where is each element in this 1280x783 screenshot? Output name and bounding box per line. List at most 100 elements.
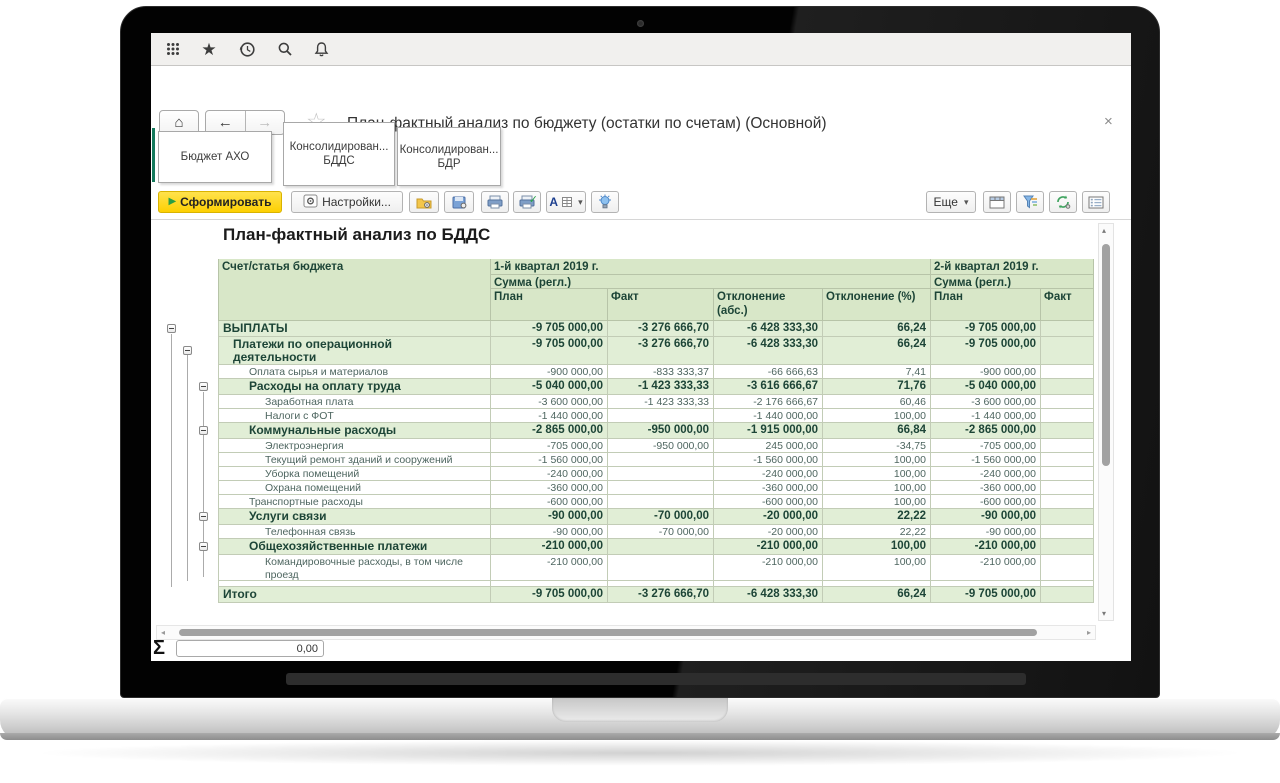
- table-cell[interactable]: -240 000,00: [931, 467, 1041, 481]
- col-header-plan2[interactable]: План: [931, 289, 1041, 321]
- table-cell[interactable]: [608, 467, 714, 481]
- table-row[interactable]: Транспортные расходы-600 000,00-600 000,…: [161, 495, 1094, 509]
- vertical-scrollbar[interactable]: ▴ ▾: [1098, 223, 1114, 621]
- table-cell[interactable]: 100,00: [823, 481, 931, 495]
- table-row[interactable]: Текущий ремонт зданий и сооружений-1 560…: [161, 453, 1094, 467]
- table-cell[interactable]: -9 705 000,00: [931, 587, 1041, 603]
- menu-grid-icon[interactable]: [163, 40, 183, 58]
- table-cell[interactable]: -90 000,00: [931, 509, 1041, 525]
- tree-collapse-icon[interactable]: [199, 382, 208, 391]
- table-cell[interactable]: [1041, 509, 1094, 525]
- table-row[interactable]: Телефонная связь-90 000,00-70 000,00-20 …: [161, 525, 1094, 539]
- table-cell[interactable]: -1 560 000,00: [714, 453, 823, 467]
- table-cell[interactable]: -3 600 000,00: [491, 395, 608, 409]
- table-row[interactable]: Оплата сырья и материалов-900 000,00-833…: [161, 365, 1094, 379]
- table-cell[interactable]: 22,22: [823, 525, 931, 539]
- table-cell[interactable]: [1041, 423, 1094, 439]
- table-cell[interactable]: -20 000,00: [714, 509, 823, 525]
- table-cell[interactable]: -1 915 000,00: [714, 423, 823, 439]
- table-row[interactable]: Платежи по операционной деятельности-9 7…: [161, 337, 1094, 365]
- table-cell[interactable]: -950 000,00: [608, 423, 714, 439]
- table-cell[interactable]: 66,84: [823, 423, 931, 439]
- tree-collapse-icon[interactable]: [199, 426, 208, 435]
- filter-button[interactable]: [1016, 191, 1044, 213]
- tree-collapse-icon[interactable]: [167, 324, 176, 333]
- table-cell[interactable]: -360 000,00: [714, 481, 823, 495]
- table-cell[interactable]: -705 000,00: [931, 439, 1041, 453]
- header-settings-button[interactable]: [983, 191, 1011, 213]
- col-header-sum2[interactable]: Сумма (регл.): [931, 275, 1094, 289]
- col-header-account[interactable]: Счет/статья бюджета: [219, 259, 491, 321]
- table-cell[interactable]: -3 276 666,70: [608, 337, 714, 365]
- table-cell[interactable]: [1041, 365, 1094, 379]
- settings-button[interactable]: Настройки...: [291, 191, 403, 213]
- scroll-up-icon[interactable]: ▴: [1102, 226, 1106, 235]
- col-header-plan1[interactable]: План: [491, 289, 608, 321]
- horizontal-scrollbar[interactable]: ◂ ▸: [156, 625, 1096, 640]
- table-row[interactable]: Уборка помещений-240 000,00-240 000,0010…: [161, 467, 1094, 481]
- tab-budget-aho[interactable]: Бюджет АХО: [158, 131, 272, 183]
- table-cell[interactable]: -900 000,00: [491, 365, 608, 379]
- table-cell[interactable]: [1041, 525, 1094, 539]
- table-cell[interactable]: -360 000,00: [931, 481, 1041, 495]
- search-icon[interactable]: [275, 40, 295, 58]
- table-cell[interactable]: -900 000,00: [931, 365, 1041, 379]
- table-cell[interactable]: -210 000,00: [491, 555, 608, 581]
- col-header-q2[interactable]: 2-й квартал 2019 г.: [931, 259, 1094, 275]
- form-view-button[interactable]: [1082, 191, 1110, 213]
- scroll-left-icon[interactable]: ◂: [161, 628, 165, 637]
- table-cell[interactable]: -210 000,00: [931, 539, 1041, 555]
- table-cell[interactable]: -6 428 333,30: [714, 321, 823, 337]
- table-cell[interactable]: -20 000,00: [714, 525, 823, 539]
- tab-consolidated-bdr[interactable]: Консолидирован... БДР: [397, 127, 501, 186]
- table-cell[interactable]: -210 000,00: [714, 539, 823, 555]
- table-cell[interactable]: 100,00: [823, 453, 931, 467]
- generate-button[interactable]: ▶ Сформировать: [158, 191, 282, 213]
- table-cell[interactable]: -2 865 000,00: [931, 423, 1041, 439]
- table-cell[interactable]: -9 705 000,00: [491, 337, 608, 365]
- table-cell[interactable]: -6 428 333,30: [714, 337, 823, 365]
- table-cell[interactable]: [608, 495, 714, 509]
- table-cell[interactable]: -210 000,00: [931, 555, 1041, 581]
- table-total-row[interactable]: Итого-9 705 000,00-3 276 666,70-6 428 33…: [161, 587, 1094, 603]
- table-cell[interactable]: -2 176 666,67: [714, 395, 823, 409]
- table-cell[interactable]: -1 440 000,00: [931, 409, 1041, 423]
- notifications-bell-icon[interactable]: [311, 40, 331, 58]
- table-cell[interactable]: -3 276 666,70: [608, 321, 714, 337]
- table-cell[interactable]: -950 000,00: [608, 439, 714, 453]
- table-cell[interactable]: [608, 555, 714, 581]
- format-button[interactable]: A ▾: [546, 191, 586, 213]
- table-row[interactable]: Налоги с ФОТ-1 440 000,00-1 440 000,0010…: [161, 409, 1094, 423]
- table-cell[interactable]: [1041, 439, 1094, 453]
- col-header-sum1[interactable]: Сумма (регл.): [491, 275, 931, 289]
- hint-bulb-button[interactable]: [591, 191, 619, 213]
- table-cell[interactable]: -210 000,00: [491, 539, 608, 555]
- more-button[interactable]: Еще ▾: [926, 191, 976, 213]
- table-cell[interactable]: -90 000,00: [491, 525, 608, 539]
- table-row[interactable]: Командировочные расходы, в том числе про…: [161, 555, 1094, 581]
- table-cell[interactable]: -705 000,00: [491, 439, 608, 453]
- scroll-down-icon[interactable]: ▾: [1102, 609, 1106, 618]
- table-cell[interactable]: -1 440 000,00: [714, 409, 823, 423]
- table-cell[interactable]: [1041, 453, 1094, 467]
- table-cell[interactable]: 71,76: [823, 379, 931, 395]
- table-cell[interactable]: [608, 481, 714, 495]
- table-cell[interactable]: 100,00: [823, 495, 931, 509]
- history-icon[interactable]: [237, 40, 257, 58]
- table-cell[interactable]: 66,24: [823, 321, 931, 337]
- table-cell[interactable]: [1041, 495, 1094, 509]
- table-cell[interactable]: -1 440 000,00: [491, 409, 608, 423]
- table-row[interactable]: Коммунальные расходы-2 865 000,00-950 00…: [161, 423, 1094, 439]
- table-cell[interactable]: 245 000,00: [714, 439, 823, 453]
- table-cell[interactable]: -5 040 000,00: [931, 379, 1041, 395]
- table-cell[interactable]: -600 000,00: [491, 495, 608, 509]
- vertical-scroll-thumb[interactable]: [1102, 244, 1110, 466]
- favorites-star-icon[interactable]: ★: [199, 40, 219, 58]
- table-cell[interactable]: [1041, 587, 1094, 603]
- tree-collapse-icon[interactable]: [199, 512, 208, 521]
- col-header-q1[interactable]: 1-й квартал 2019 г.: [491, 259, 931, 275]
- close-icon[interactable]: ×: [1104, 113, 1113, 130]
- tab-consolidated-bdds[interactable]: Консолидирован... БДДС: [283, 122, 395, 186]
- table-row[interactable]: Охрана помещений-360 000,00-360 000,0010…: [161, 481, 1094, 495]
- table-cell[interactable]: -210 000,00: [714, 555, 823, 581]
